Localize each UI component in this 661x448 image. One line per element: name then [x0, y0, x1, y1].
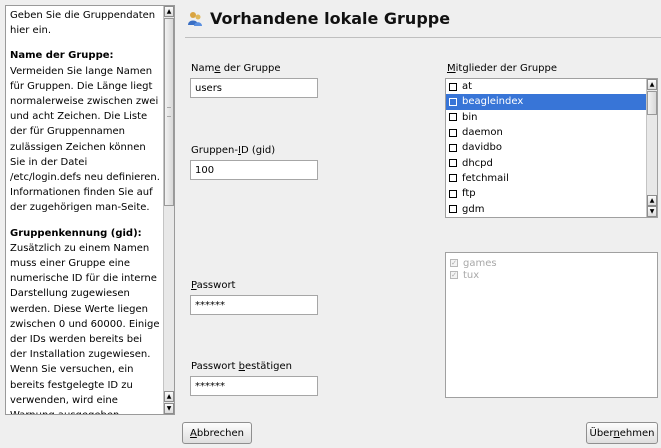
member-name: dhcpd	[462, 157, 493, 169]
help-section-group-name-text: Vermeiden Sie lange Namen für Gruppen. D…	[10, 65, 160, 214]
member-name: gdm	[462, 203, 485, 215]
help-section-gid-text: Zusätzlich zu einem Namen muss einer Gru…	[10, 242, 160, 414]
member-name: fetchmail	[462, 172, 509, 184]
dialog-title: Vorhandene lokale Gruppe	[188, 9, 450, 28]
main-panel: Vorhandene lokale Gruppe Name der Gruppe…	[180, 0, 661, 418]
help-scrollbar[interactable]: ▲ ▲ ▼	[163, 6, 174, 414]
members-scrollbar[interactable]: ▲ ▲ ▼	[646, 79, 657, 217]
gid-input[interactable]	[190, 160, 318, 180]
password-input[interactable]	[190, 295, 318, 315]
confirm-password-label: Passwort bestätigen	[191, 361, 292, 372]
member-checkbox[interactable]	[449, 128, 457, 137]
arrow-up-icon[interactable]: ▲	[164, 391, 174, 402]
arrow-up-icon[interactable]: ▲	[647, 79, 657, 90]
member-checkbox[interactable]	[449, 205, 457, 214]
help-intro: Geben Sie die Gruppendaten hier ein.	[10, 10, 156, 37]
member-checkbox[interactable]	[449, 113, 457, 122]
members-list[interactable]: at beagleindex bin daemon davidbo dhcpd fetchm…	[445, 78, 658, 218]
members-scroll-thumb[interactable]	[647, 91, 657, 115]
secondary-member-row: ✓ games	[446, 257, 657, 269]
help-pane[interactable]: Geben Sie die Gruppendaten hier ein. Nam…	[5, 5, 175, 415]
member-name: beagleindex	[462, 96, 524, 108]
confirm-password-input[interactable]	[190, 376, 318, 396]
password-label: Passwort	[191, 280, 236, 291]
member-row[interactable]: at	[446, 79, 657, 94]
arrow-up-icon[interactable]: ▲	[647, 195, 657, 206]
check-icon: ✓	[450, 271, 458, 279]
member-row[interactable]: davidbo	[446, 140, 657, 155]
member-row[interactable]: bin	[446, 110, 657, 125]
arrow-up-icon[interactable]: ▲	[164, 6, 174, 17]
member-name: at	[462, 81, 473, 93]
member-row[interactable]: daemon	[446, 125, 657, 140]
help-section-group-name-title: Name der Gruppe:	[10, 50, 114, 62]
help-text: Geben Sie die Gruppendaten hier ein. Nam…	[6, 6, 164, 414]
member-name: daemon	[462, 127, 503, 139]
help-scroll-thumb[interactable]	[164, 18, 174, 206]
member-checkbox[interactable]	[449, 97, 457, 106]
member-checkbox[interactable]	[449, 82, 457, 91]
help-section-gid-title: Gruppenkennung (gid):	[10, 227, 142, 239]
member-row[interactable]: beagleindex	[446, 94, 657, 110]
dialog-title-text: Vorhandene lokale Gruppe	[210, 9, 451, 28]
secondary-member-row: ✓ tux	[446, 269, 657, 281]
member-checkbox[interactable]	[449, 189, 457, 198]
members-label: Mitglieder der Gruppe	[447, 63, 558, 74]
secondary-member-name: games	[463, 257, 497, 269]
member-checkbox[interactable]	[449, 143, 457, 152]
members-rows: at beagleindex bin daemon davidbo dhcpd fetchm…	[446, 79, 657, 217]
member-row[interactable]: ftp	[446, 186, 657, 201]
secondary-rows: ✓ games ✓ tux	[446, 257, 657, 281]
member-name: bin	[462, 111, 478, 123]
member-row[interactable]: gdm	[446, 201, 657, 216]
member-checkbox[interactable]	[449, 174, 457, 183]
gid-label: Gruppen-ID (gid)	[191, 145, 276, 156]
secondary-member-name: tux	[463, 269, 480, 281]
arrow-down-icon[interactable]: ▼	[164, 403, 174, 414]
member-name: ftp	[462, 188, 476, 200]
group-name-input[interactable]	[190, 78, 318, 98]
member-checkbox[interactable]	[449, 159, 457, 168]
group-name-label: Name der Gruppe	[191, 63, 281, 74]
group-users-icon	[188, 11, 202, 26]
apply-button[interactable]: Über n ehmen	[586, 422, 658, 444]
cancel-button[interactable]: Abbrechen	[182, 422, 252, 444]
member-row[interactable]: fetchmail	[446, 171, 657, 186]
check-icon: ✓	[450, 259, 458, 267]
member-name: davidbo	[462, 142, 502, 154]
title-divider	[185, 37, 661, 38]
arrow-down-icon[interactable]: ▼	[647, 206, 657, 217]
secondary-members-list: ✓ games ✓ tux	[445, 252, 658, 398]
member-row[interactable]: dhcpd	[446, 155, 657, 170]
